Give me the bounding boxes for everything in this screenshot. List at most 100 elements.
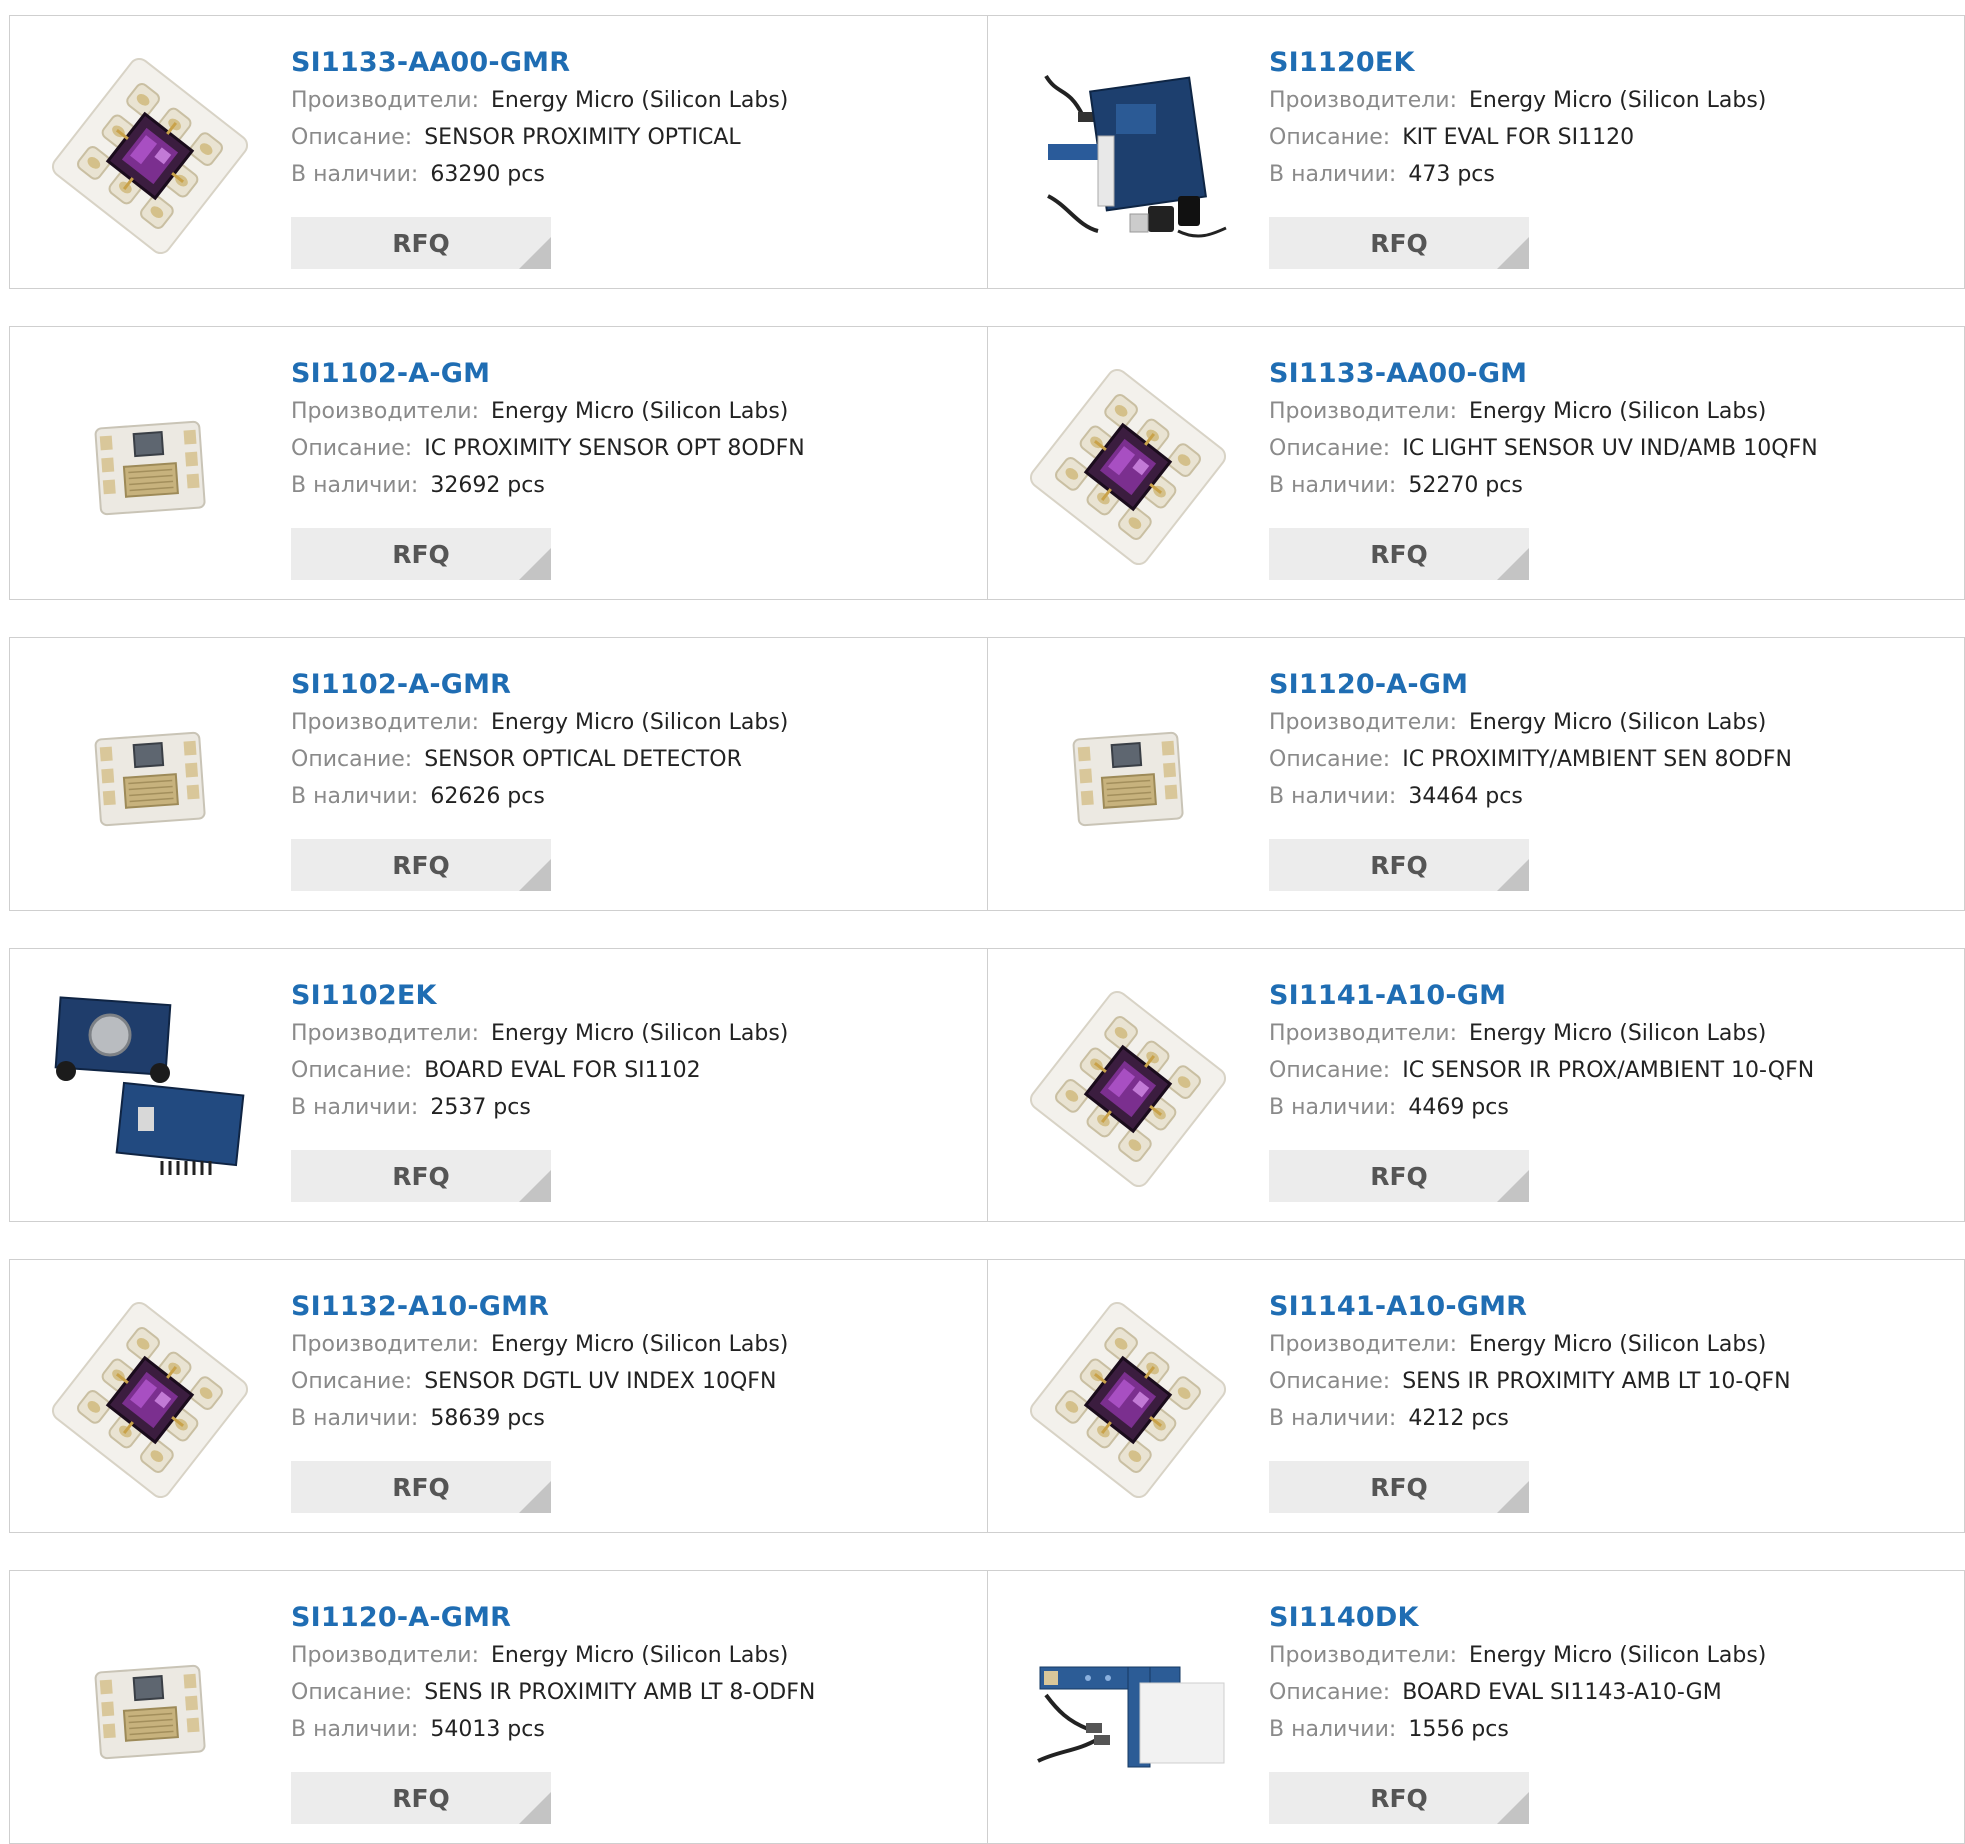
rfq-button[interactable]: RFQ xyxy=(1269,1772,1529,1824)
description-row: Описание: IC PROXIMITY SENSOR OPT 8ODFN xyxy=(291,430,977,467)
rfq-button[interactable]: RFQ xyxy=(291,1150,551,1202)
description-row: Описание: KIT EVAL FOR SI1120 xyxy=(1269,119,1954,156)
manufacturer-row: Производители: Energy Micro (Silicon Labs… xyxy=(291,1637,977,1674)
rfq-button[interactable]: RFQ xyxy=(1269,839,1529,891)
rfq-button[interactable]: RFQ xyxy=(1269,217,1529,269)
eval-kit-board-image[interactable] xyxy=(1028,56,1228,256)
stock-value: 58639 pcs xyxy=(430,1406,545,1431)
stock-row: В наличии: 2537 pcs xyxy=(291,1089,977,1126)
rfq-label: RFQ xyxy=(392,1472,450,1502)
product-info: SI1120EK Производители: Energy Micro (Sil… xyxy=(1269,44,1954,193)
corner-triangle-icon xyxy=(1497,1170,1529,1202)
stock-row: В наличии: 34464 pcs xyxy=(1269,778,1954,815)
stock-value: 1556 pcs xyxy=(1408,1717,1509,1742)
description-label: Описание: xyxy=(291,747,413,772)
qfn-chip-purple-image[interactable] xyxy=(1028,367,1228,567)
manufacturer-label: Производители: xyxy=(291,1643,480,1668)
part-number-link[interactable]: SI1133-AA00-GM xyxy=(1269,355,1954,393)
product-card: SI1102-A-GMR Производители: Energy Micro … xyxy=(10,638,987,910)
manufacturer-row: Производители: Energy Micro (Silicon Labs… xyxy=(291,1326,977,1363)
manufacturer-value: Energy Micro (Silicon Labs) xyxy=(491,1643,789,1668)
corner-triangle-icon xyxy=(519,548,551,580)
product-card: SI1133-AA00-GMR Производители: Energy Mic… xyxy=(10,16,987,288)
description-row: Описание: SENSOR PROXIMITY OPTICAL xyxy=(291,119,977,156)
stock-value: 34464 pcs xyxy=(1408,784,1523,809)
part-number-link[interactable]: SI1102EK xyxy=(291,977,977,1015)
part-number-link[interactable]: SI1120-A-GM xyxy=(1269,666,1954,704)
description-value: SENS IR PROXIMITY AMB LT 8-ODFN xyxy=(424,1680,816,1705)
part-number-link[interactable]: SI1140DK xyxy=(1269,1599,1954,1637)
qfn-chip-purple-image[interactable] xyxy=(1028,989,1228,1189)
stock-label: В наличии: xyxy=(1269,162,1397,187)
description-value: SENSOR DGTL UV INDEX 10QFN xyxy=(424,1369,777,1394)
stock-row: В наличии: 4469 pcs xyxy=(1269,1089,1954,1126)
rfq-label: RFQ xyxy=(1370,539,1428,569)
odfn-chip-clear-image[interactable] xyxy=(1028,678,1228,878)
stock-label: В наличии: xyxy=(291,1406,419,1431)
stock-row: В наличии: 63290 pcs xyxy=(291,156,977,193)
product-card: SI1133-AA00-GM Производители: Energy Micr… xyxy=(987,327,1964,599)
manufacturer-value: Energy Micro (Silicon Labs) xyxy=(1469,399,1767,424)
rfq-button[interactable]: RFQ xyxy=(291,839,551,891)
qfn-chip-purple-image[interactable] xyxy=(1028,1300,1228,1500)
dev-kit-touch-board-image[interactable] xyxy=(1028,1611,1228,1811)
rfq-label: RFQ xyxy=(1370,228,1428,258)
part-number-link[interactable]: SI1102-A-GM xyxy=(291,355,977,393)
rfq-button[interactable]: RFQ xyxy=(1269,1150,1529,1202)
product-row: SI1102-A-GMR Производители: Energy Micro … xyxy=(9,637,1965,911)
product-card: SI1132-A10-GMR Производители: Energy Micr… xyxy=(10,1260,987,1532)
odfn-chip-clear-image[interactable] xyxy=(50,678,250,878)
description-value: BOARD EVAL FOR SI1102 xyxy=(424,1058,701,1083)
stock-label: В наличии: xyxy=(1269,1717,1397,1742)
rfq-button[interactable]: RFQ xyxy=(291,528,551,580)
part-number-link[interactable]: SI1141-A10-GMR xyxy=(1269,1288,1954,1326)
manufacturer-value: Energy Micro (Silicon Labs) xyxy=(491,1332,789,1357)
part-number-link[interactable]: SI1120-A-GMR xyxy=(291,1599,977,1637)
part-number-link[interactable]: SI1133-AA00-GMR xyxy=(291,44,977,82)
manufacturer-row: Производители: Energy Micro (Silicon Labs… xyxy=(1269,393,1954,430)
rfq-label: RFQ xyxy=(392,1783,450,1813)
manufacturer-label: Производители: xyxy=(1269,88,1458,113)
manufacturer-value: Energy Micro (Silicon Labs) xyxy=(491,1021,789,1046)
rfq-label: RFQ xyxy=(392,539,450,569)
description-value: IC SENSOR IR PROX/AMBIENT 10-QFN xyxy=(1402,1058,1815,1083)
stock-label: В наличии: xyxy=(291,1717,419,1742)
description-value: SENSOR PROXIMITY OPTICAL xyxy=(424,125,741,150)
manufacturer-row: Производители: Energy Micro (Silicon Labs… xyxy=(1269,704,1954,741)
odfn-chip-clear-image[interactable] xyxy=(50,367,250,567)
product-row: SI1102EK Производители: Energy Micro (Sil… xyxy=(9,948,1965,1222)
manufacturer-value: Energy Micro (Silicon Labs) xyxy=(1469,88,1767,113)
rfq-button[interactable]: RFQ xyxy=(1269,528,1529,580)
stock-value: 54013 pcs xyxy=(430,1717,545,1742)
rfq-button[interactable]: RFQ xyxy=(291,217,551,269)
qfn-chip-purple-image[interactable] xyxy=(50,1300,250,1500)
description-row: Описание: IC LIGHT SENSOR UV IND/AMB 10QF… xyxy=(1269,430,1954,467)
rfq-button[interactable]: RFQ xyxy=(1269,1461,1529,1513)
product-card: SI1140DK Производители: Energy Micro (Sil… xyxy=(987,1571,1964,1843)
rfq-button[interactable]: RFQ xyxy=(291,1772,551,1824)
part-number-link[interactable]: SI1132-A10-GMR xyxy=(291,1288,977,1326)
stock-label: В наличии: xyxy=(1269,784,1397,809)
stock-row: В наличии: 52270 pcs xyxy=(1269,467,1954,504)
odfn-chip-clear-image[interactable] xyxy=(50,1611,250,1811)
stock-row: В наличии: 473 pcs xyxy=(1269,156,1954,193)
description-label: Описание: xyxy=(1269,125,1391,150)
rfq-button[interactable]: RFQ xyxy=(291,1461,551,1513)
rfq-label: RFQ xyxy=(392,228,450,258)
product-row: SI1133-AA00-GMR Производители: Energy Mic… xyxy=(9,15,1965,289)
description-label: Описание: xyxy=(1269,1058,1391,1083)
eval-board-blue-image[interactable] xyxy=(50,989,250,1189)
part-number-link[interactable]: SI1141-A10-GM xyxy=(1269,977,1954,1015)
part-number-link[interactable]: SI1102-A-GMR xyxy=(291,666,977,704)
manufacturer-label: Производители: xyxy=(291,710,480,735)
stock-value: 32692 pcs xyxy=(430,473,545,498)
stock-row: В наличии: 1556 pcs xyxy=(1269,1711,1954,1748)
manufacturer-label: Производители: xyxy=(1269,399,1458,424)
stock-row: В наличии: 62626 pcs xyxy=(291,778,977,815)
corner-triangle-icon xyxy=(1497,1792,1529,1824)
part-number-link[interactable]: SI1120EK xyxy=(1269,44,1954,82)
qfn-chip-purple-image[interactable] xyxy=(50,56,250,256)
stock-label: В наличии: xyxy=(291,473,419,498)
product-info: SI1102EK Производители: Energy Micro (Sil… xyxy=(291,977,977,1126)
stock-label: В наличии: xyxy=(1269,1095,1397,1120)
